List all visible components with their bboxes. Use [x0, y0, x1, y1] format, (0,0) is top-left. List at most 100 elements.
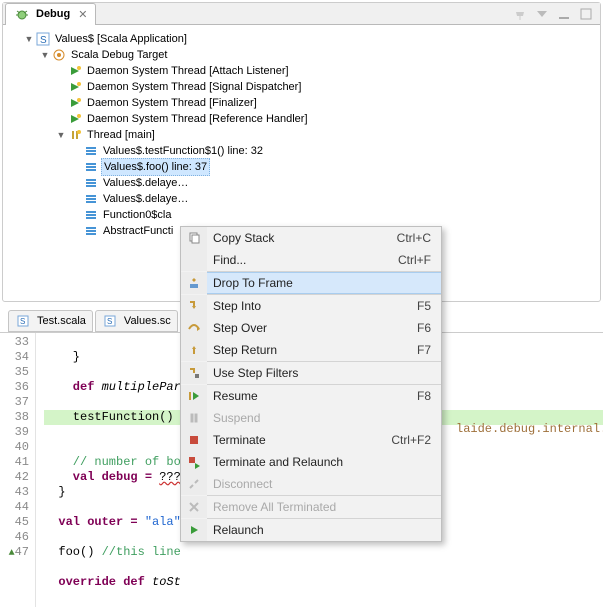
- tree-item-application[interactable]: ▼ S Values$ [Scala Application]: [7, 31, 596, 47]
- thread-suspended-icon: [67, 127, 83, 143]
- editor-tab-label: Test.scala: [37, 315, 86, 327]
- debug-toolbar: [512, 6, 600, 22]
- svg-text:S: S: [20, 317, 25, 326]
- editor-tab-label: Values.sc: [124, 315, 171, 327]
- menu-item-terminate-relaunch[interactable]: Terminate and Relaunch: [181, 451, 441, 473]
- menu-item-disconnect: Disconnect: [181, 473, 441, 495]
- twisty-icon: ▼: [71, 191, 83, 207]
- tree-item-stackframe[interactable]: ▼ Values$.delaye…: [7, 191, 596, 207]
- tree-item-thread[interactable]: ▼ Daemon System Thread [Attach Listener]: [7, 63, 596, 79]
- scala-file-icon: S: [15, 313, 31, 329]
- terminate-icon: [181, 429, 207, 451]
- terminate-relaunch-icon: [181, 451, 207, 473]
- remove-all-icon: [181, 496, 207, 518]
- menu-item-step-over[interactable]: Step Over F6: [181, 317, 441, 339]
- menu-item-drop-to-frame[interactable]: Drop To Frame: [181, 272, 441, 294]
- tree-label: Scala Debug Target: [69, 47, 169, 63]
- menu-label: Suspend: [207, 411, 441, 425]
- tree-label: Daemon System Thread [Reference Handler]: [85, 111, 310, 127]
- minimize-icon[interactable]: [556, 6, 572, 22]
- line-number: 44: [0, 500, 29, 515]
- debug-tab[interactable]: Debug ✕: [5, 3, 96, 25]
- tree-label: Daemon System Thread [Signal Dispatcher]: [85, 79, 303, 95]
- tree-item-target[interactable]: ▼ Scala Debug Target: [7, 47, 596, 63]
- menu-label: Use Step Filters: [207, 366, 441, 380]
- line-number: 40: [0, 440, 29, 455]
- thread-running-icon: [67, 79, 83, 95]
- tree-item-stackframe[interactable]: ▼ Function0$cla: [7, 207, 596, 223]
- menu-shortcut: Ctrl+F2: [391, 433, 441, 447]
- scala-file-icon: S: [102, 313, 118, 329]
- menu-item-copy-stack[interactable]: Copy Stack Ctrl+C: [181, 227, 441, 249]
- code-line: override def toSt: [44, 575, 181, 589]
- tree-label: Values$.foo() line: 37: [101, 158, 210, 176]
- menu-label: Remove All Terminated: [207, 500, 441, 514]
- tree-item-stackframe[interactable]: ▼ Values$.delaye…: [7, 175, 596, 191]
- step-over-icon: [181, 317, 207, 339]
- twisty-icon: ▼: [55, 79, 67, 95]
- tree-item-thread[interactable]: ▼ Daemon System Thread [Reference Handle…: [7, 111, 596, 127]
- copy-icon: [181, 227, 207, 249]
- menu-item-resume[interactable]: Resume F8: [181, 385, 441, 407]
- code-line: foo() //this line: [44, 545, 181, 559]
- svg-text:S: S: [107, 317, 112, 326]
- tree-item-thread[interactable]: ▼ Daemon System Thread [Finalizer]: [7, 95, 596, 111]
- tree-item-thread[interactable]: ▼ Daemon System Thread [Signal Dispatche…: [7, 79, 596, 95]
- tree-label: Values$.delaye…: [101, 175, 190, 191]
- menu-label: Resume: [207, 389, 417, 403]
- close-icon[interactable]: ✕: [78, 8, 87, 21]
- line-number: 39: [0, 425, 29, 440]
- line-number: ▲47: [0, 545, 29, 561]
- menu-label: Step Over: [207, 321, 417, 335]
- line-number: 35: [0, 365, 29, 380]
- tree-label: Function0$cla: [101, 207, 174, 223]
- code-line: val outer = "ala": [44, 515, 181, 529]
- editor-tab-test[interactable]: S Test.scala: [8, 310, 93, 332]
- menu-item-remove-all: Remove All Terminated: [181, 496, 441, 518]
- twisty-icon: ▼: [71, 159, 83, 175]
- menu-label: Step Return: [207, 343, 417, 357]
- resume-icon: [181, 385, 207, 407]
- stackframe-icon: [83, 159, 99, 175]
- menu-shortcut: F5: [417, 299, 441, 313]
- tree-label: Daemon System Thread [Attach Listener]: [85, 63, 291, 79]
- menu-label: Drop To Frame: [207, 276, 441, 290]
- thread-running-icon: [67, 95, 83, 111]
- twisty-icon[interactable]: ▼: [55, 127, 67, 143]
- twisty-icon: ▼: [55, 95, 67, 111]
- menu-label: Terminate: [207, 433, 391, 447]
- line-number: 41: [0, 455, 29, 470]
- code-line: }: [44, 485, 66, 499]
- menu-item-find[interactable]: Find... Ctrl+F: [181, 249, 441, 271]
- step-filters-icon: [181, 362, 207, 384]
- stackframe-icon: [83, 191, 99, 207]
- tree-item-thread-main[interactable]: ▼ Thread [main]: [7, 127, 596, 143]
- maximize-icon[interactable]: [578, 6, 594, 22]
- menu-label: Terminate and Relaunch: [207, 455, 441, 469]
- twisty-icon[interactable]: ▼: [39, 47, 51, 63]
- pin-icon[interactable]: [512, 6, 528, 22]
- target-icon: [51, 47, 67, 63]
- tree-item-stackframe-selected[interactable]: ▼ Values$.foo() line: 37: [7, 159, 596, 175]
- menu-item-step-filters[interactable]: Use Step Filters: [181, 362, 441, 384]
- menu-item-step-into[interactable]: Step Into F5: [181, 295, 441, 317]
- menu-item-terminate[interactable]: Terminate Ctrl+F2: [181, 429, 441, 451]
- editor-tab-values[interactable]: S Values.sc: [95, 310, 178, 332]
- debug-tab-label: Debug: [36, 8, 70, 20]
- step-return-icon: [181, 339, 207, 361]
- twisty-icon: ▼: [71, 175, 83, 191]
- menu-item-step-return[interactable]: Step Return F7: [181, 339, 441, 361]
- svg-text:S: S: [40, 35, 47, 46]
- twisty-icon: ▼: [55, 63, 67, 79]
- disconnect-icon: [181, 473, 207, 495]
- drop-to-frame-icon: [181, 272, 207, 294]
- stackframe-icon: [83, 143, 99, 159]
- view-menu-icon[interactable]: [534, 6, 550, 22]
- menu-label: Relaunch: [207, 523, 441, 537]
- menu-shortcut: F7: [417, 343, 441, 357]
- stackframe-icon: [83, 175, 99, 191]
- line-number: 34: [0, 350, 29, 365]
- tree-item-stackframe[interactable]: ▼ Values$.testFunction$1() line: 32: [7, 143, 596, 159]
- twisty-icon[interactable]: ▼: [23, 31, 35, 47]
- code-line: }: [44, 350, 80, 364]
